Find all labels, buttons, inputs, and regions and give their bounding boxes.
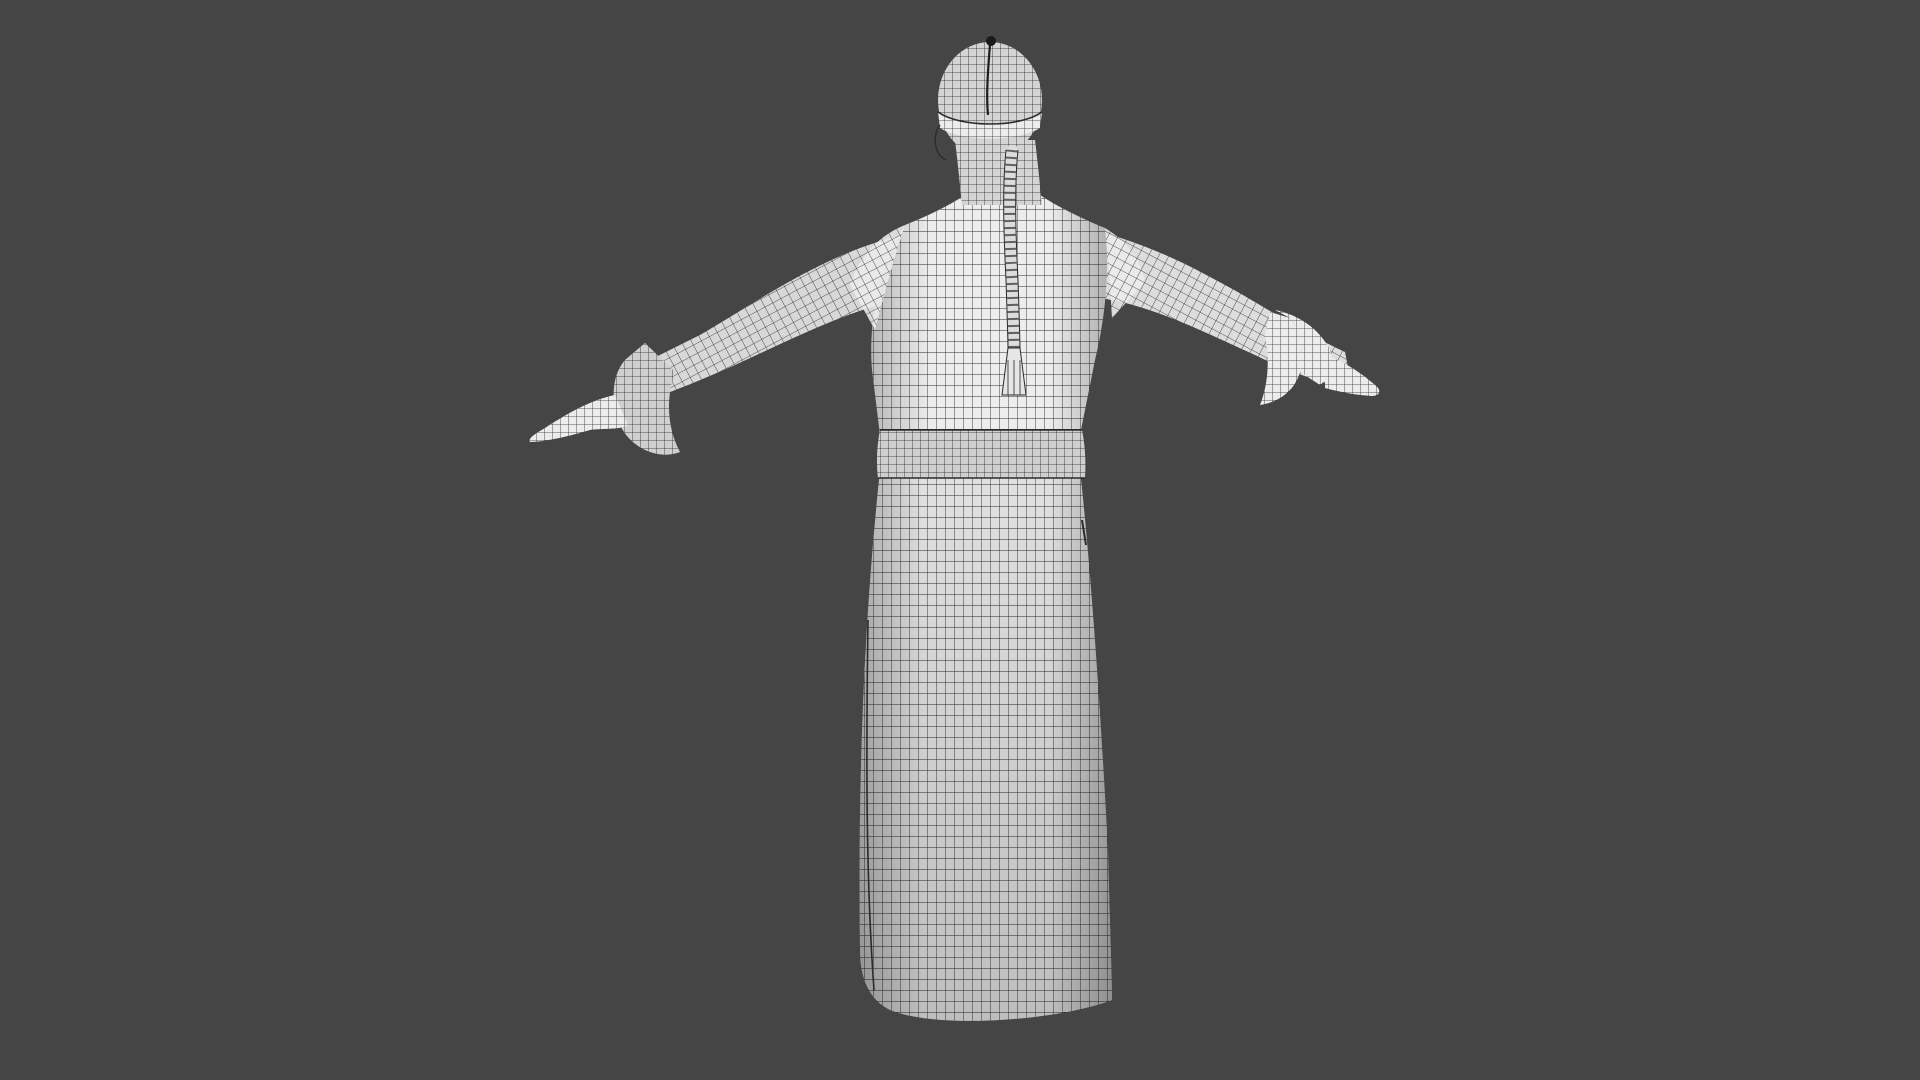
robe bbox=[859, 470, 1112, 1021]
right-arm bbox=[1100, 232, 1380, 405]
3d-viewport[interactable] bbox=[0, 0, 1920, 1080]
belt bbox=[876, 429, 1086, 479]
head bbox=[934, 36, 1043, 161]
torso bbox=[850, 195, 1145, 435]
wireframe-render bbox=[529, 36, 1380, 1021]
left-arm bbox=[529, 235, 905, 455]
